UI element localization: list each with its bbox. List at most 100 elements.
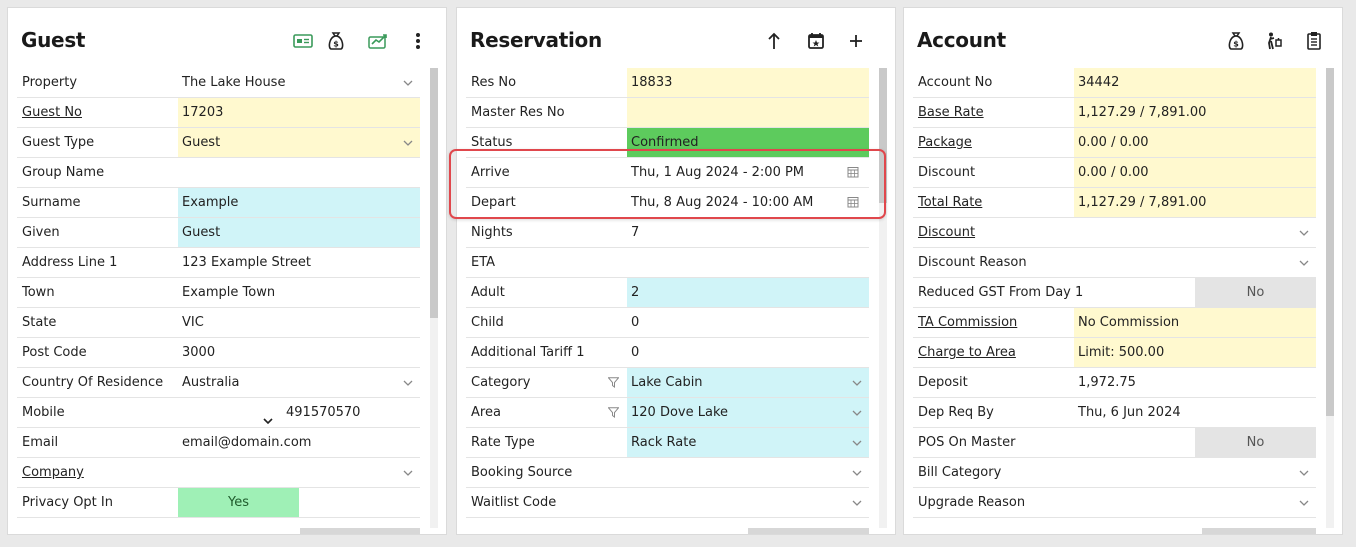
plus-icon[interactable] [844,30,868,52]
eta-field[interactable] [627,248,869,277]
chevron-down-icon[interactable] [402,377,414,387]
person-luggage-icon[interactable] [1262,30,1286,52]
nights-value: 7 [631,225,640,240]
package-label[interactable]: Package [918,128,972,157]
email-field[interactable]: email@domain.com [178,428,420,457]
reservation-row-waitlist-code: Waitlist Code [466,488,869,518]
chevron-down-icon[interactable] [1298,467,1310,477]
depart-field[interactable]: Thu, 8 Aug 2024 - 10:00 AM [627,188,869,217]
group-name-field[interactable] [178,158,420,187]
calendar-icon[interactable] [847,166,859,178]
chevron-down-icon[interactable] [402,137,414,147]
country-code-chevron-icon[interactable] [262,408,274,427]
money-bag-icon[interactable]: $ [324,30,348,52]
upgrade-reason-field[interactable] [1074,488,1316,517]
reduced-gst-from-day-1-toggle[interactable]: No [1195,278,1316,307]
bill-category-field[interactable] [1074,458,1316,487]
booking-source-field[interactable] [627,458,869,487]
chevron-down-icon[interactable] [1298,227,1310,237]
chart-card-icon[interactable] [367,30,391,52]
chevron-down-icon[interactable] [851,467,863,477]
discount-reason-field[interactable] [1074,248,1316,277]
adult-field[interactable]: 2 [627,278,869,307]
account-no-value: 34442 [1078,75,1120,90]
id-card-icon[interactable] [291,30,315,52]
reservation-row-additional-tariff-1: Additional Tariff 1 0 [466,338,869,368]
guest-no-field[interactable]: 17203 [178,98,420,127]
ta-commission-field[interactable]: No Commission [1074,308,1316,337]
guest-no-label[interactable]: Guest No [22,98,82,127]
more-vertical-icon[interactable] [406,30,430,52]
ta-commission-label[interactable]: TA Commission [918,308,1017,337]
chevron-down-icon[interactable] [851,437,863,447]
state-field[interactable]: VIC [178,308,420,337]
discount-label[interactable]: Discount [918,218,975,247]
calendar-icon[interactable] [847,196,859,208]
scrollbar-thumb[interactable] [1326,68,1334,416]
guest-type-field[interactable]: Guest [178,128,420,157]
chevron-down-icon[interactable] [402,467,414,477]
discount-field[interactable]: 0.00 / 0.00 [1074,158,1316,187]
res-no-field[interactable]: 18833 [627,68,869,97]
given-field[interactable]: Guest [178,218,420,247]
pos-on-master-toggle[interactable]: No [1195,428,1316,457]
guest-scrollbar[interactable] [430,68,438,528]
company-field[interactable] [178,458,420,487]
scrollbar-thumb[interactable] [879,68,887,203]
post-code-field[interactable]: 3000 [178,338,420,367]
chevron-down-icon[interactable] [851,407,863,417]
area-field[interactable]: 120 Dove Lake [627,398,869,427]
chevron-down-icon[interactable] [851,377,863,387]
calendar-star-icon[interactable] [804,30,828,52]
town-field[interactable]: Example Town [178,278,420,307]
total-rate-label[interactable]: Total Rate [918,188,982,217]
master-res-no-field[interactable] [627,98,869,127]
base-rate-label[interactable]: Base Rate [918,98,984,127]
additional-tariff-1-field[interactable]: 0 [627,338,869,367]
child-field[interactable]: 0 [627,308,869,337]
waitlist-code-field[interactable] [627,488,869,517]
base-rate-field[interactable]: 1,127.29 / 7,891.00 [1074,98,1316,127]
country-of-residence-field[interactable]: Australia [178,368,420,397]
money-bag-icon[interactable]: $ [1224,30,1248,52]
arrow-up-icon[interactable] [762,30,786,52]
account-scrollbar[interactable] [1326,68,1334,528]
category-field[interactable]: Lake Cabin [627,368,869,397]
guest-field-list: Property The Lake House Guest No 17203 Guest… [17,68,420,518]
rate-type-field[interactable]: Rack Rate [627,428,869,457]
total-rate-field[interactable]: 1,127.29 / 7,891.00 [1074,188,1316,217]
dep-req-by-field[interactable]: Thu, 6 Jun 2024 [1074,398,1316,427]
mobile-field[interactable]: 491570570 [178,398,420,427]
reservation-scrollbar[interactable] [879,68,887,528]
package-field[interactable]: 0.00 / 0.00 [1074,128,1316,157]
guest-row-mobile: Mobile 491570570 [17,398,420,428]
arrive-field[interactable]: Thu, 1 Aug 2024 - 2:00 PM [627,158,869,187]
discount-field[interactable] [1074,218,1316,247]
guest-bottom-scroll [300,528,420,534]
charge-to-area-field[interactable]: Limit: 500.00 [1074,338,1316,367]
address-line-1-field[interactable]: 123 Example Street [178,248,420,277]
property-field[interactable]: The Lake House [178,68,420,97]
filter-icon[interactable] [607,377,620,388]
account-row-reduced-gst-from-day-1: Reduced GST From Day 1 No [913,278,1316,308]
nights-field[interactable]: 7 [627,218,869,247]
surname-field[interactable]: Example [178,188,420,217]
pos-on-master-label: POS On Master [918,435,1016,450]
scrollbar-thumb[interactable] [430,68,438,318]
company-label[interactable]: Company [22,458,84,487]
filter-icon[interactable] [607,407,620,418]
svg-text:$: $ [1233,40,1239,49]
chevron-down-icon[interactable] [1298,497,1310,507]
chevron-down-icon[interactable] [402,77,414,87]
reservation-panel-title: Reservation [470,28,602,52]
deposit-field[interactable]: 1,972.75 [1074,368,1316,397]
privacy-opt-in-toggle[interactable]: Yes [178,488,299,517]
svg-text:$: $ [333,40,339,49]
charge-to-area-label[interactable]: Charge to Area [918,338,1016,367]
account-no-field[interactable]: 34442 [1074,68,1316,97]
reservation-field-list: Res No 18833 Master Res No Status Confirmed A… [466,68,869,518]
chevron-down-icon[interactable] [851,497,863,507]
clipboard-icon[interactable] [1302,30,1326,52]
chevron-down-icon[interactable] [1298,257,1310,267]
status-field[interactable]: Confirmed [627,128,869,157]
